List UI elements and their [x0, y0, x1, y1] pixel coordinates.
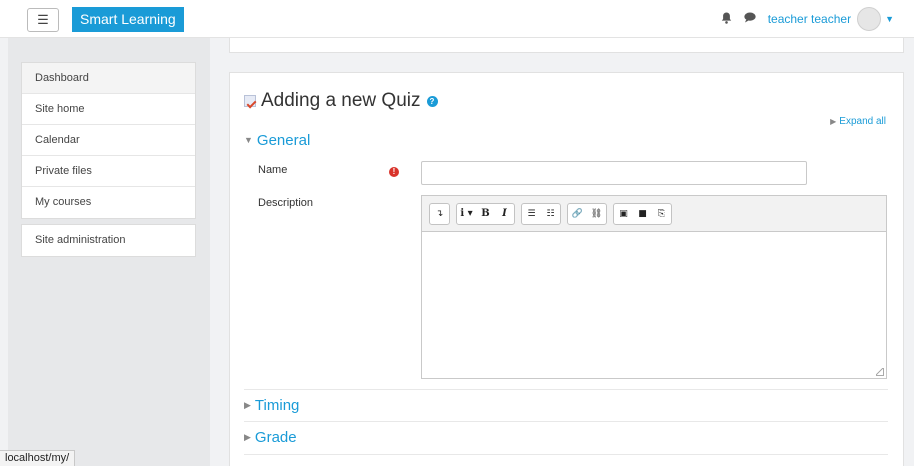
description-textarea[interactable] [422, 232, 886, 378]
italic-button[interactable]: I [495, 204, 514, 224]
toolbar-group-media: ▣ ■ ⎘ [613, 202, 672, 225]
chat-icon[interactable] [744, 12, 756, 26]
bold-button[interactable]: B [476, 204, 495, 224]
toolbar-group-lists: ☰ ☷ [521, 202, 561, 225]
link-button[interactable]: 🔗 [568, 204, 587, 224]
description-editor: ↴ i ▾ B I ☰ ☷ 🔗 ⛓ ▣ ■ ⎘ [421, 195, 887, 379]
menu-toggle-button[interactable]: ☰ [27, 8, 59, 32]
help-icon[interactable]: ? [426, 95, 438, 107]
name-label: Name [258, 164, 288, 176]
section-timing-label: Timing [254, 397, 300, 414]
quiz-form-card: Adding a new Quiz ? ▶ Expand all ▼ General… [229, 72, 904, 466]
unordered-list-button[interactable]: ☰ [522, 204, 541, 224]
expand-all-label: Expand all [839, 116, 886, 127]
resize-handle[interactable] [876, 368, 884, 376]
description-label: Description [258, 197, 314, 209]
triangle-right-icon: ▶ [244, 400, 251, 410]
sidebar-item-site-home[interactable]: Site home [22, 94, 195, 125]
video-button[interactable]: ■ [633, 204, 652, 224]
expand-all-link[interactable]: ▶ Expand all [830, 116, 886, 127]
nav-group-admin: Site administration [21, 224, 196, 257]
top-navbar: ☰ Smart Learning teacher teacher ▼ [0, 0, 914, 38]
sidebar-item-my-courses[interactable]: My courses [22, 187, 195, 218]
manage-files-button[interactable]: ⎘ [652, 204, 671, 224]
section-grade-toggle[interactable]: ▶ Grade [244, 429, 297, 446]
sidebar-item-private-files[interactable]: Private files [22, 156, 195, 187]
bell-icon[interactable] [721, 12, 732, 27]
page-header-card [229, 38, 904, 53]
chevron-down-icon[interactable]: ▼ [885, 14, 894, 24]
nav-group-main: Dashboard Site home Calendar Private fil… [21, 62, 196, 219]
user-nav: teacher teacher ▼ [721, 7, 894, 31]
toolbar-group-style: i ▾ B I [456, 202, 515, 225]
link-status-tooltip: localhost/my/ [0, 450, 76, 466]
triangle-right-icon: ▶ [830, 117, 837, 126]
section-divider [244, 421, 888, 422]
section-timing-toggle[interactable]: ▶ Timing [244, 397, 299, 414]
sidebar-item-dashboard[interactable]: Dashboard [22, 63, 195, 94]
user-name-link[interactable]: teacher teacher [768, 12, 851, 26]
page-title: Adding a new Quiz ? [244, 90, 438, 112]
toolbar-group-collapse: ↴ [429, 202, 450, 225]
name-input[interactable] [421, 161, 807, 185]
section-grade-label: Grade [254, 429, 297, 446]
quiz-icon [244, 95, 256, 107]
nav-drawer: Dashboard Site home Calendar Private fil… [8, 38, 210, 466]
section-divider [244, 389, 888, 390]
section-divider [244, 454, 888, 455]
site-brand-link[interactable]: Smart Learning [72, 7, 184, 32]
image-button[interactable]: ▣ [614, 204, 633, 224]
toolbar-group-links: 🔗 ⛓ [567, 202, 607, 225]
editor-toolbar: ↴ i ▾ B I ☰ ☷ 🔗 ⛓ ▣ ■ ⎘ [422, 196, 886, 232]
page-title-text: Adding a new Quiz [261, 90, 421, 111]
sidebar-item-site-administration[interactable]: Site administration [22, 225, 195, 256]
section-general-toggle[interactable]: ▼ General [244, 132, 310, 149]
sidebar-item-calendar[interactable]: Calendar [22, 125, 195, 156]
ordered-list-button[interactable]: ☷ [541, 204, 560, 224]
paragraph-style-button[interactable]: i ▾ [457, 204, 476, 224]
avatar[interactable] [857, 7, 882, 31]
triangle-right-icon: ▶ [244, 432, 251, 442]
toolbar-toggle-button[interactable]: ↴ [430, 204, 449, 224]
required-icon: ! [389, 167, 399, 177]
unlink-button[interactable]: ⛓ [587, 204, 606, 224]
section-general-label: General [256, 132, 311, 149]
triangle-down-icon: ▼ [244, 135, 253, 145]
